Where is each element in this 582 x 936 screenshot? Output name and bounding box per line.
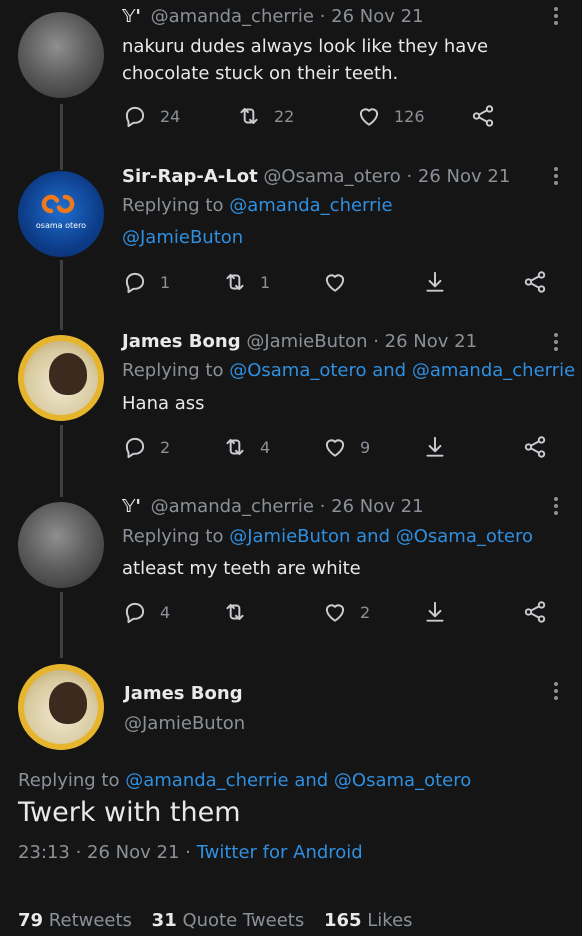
like-button[interactable]: 9 [322,432,370,462]
heart-icon [322,599,348,625]
retweet-button[interactable]: 1 [222,267,270,297]
download-button[interactable] [422,267,448,297]
reply-icon [122,269,148,295]
tweet-header: 𝕐' @amanda_cherrie · 26 Nov 21 [122,496,424,517]
avatar[interactable]: osama otero [18,171,104,257]
display-name[interactable]: James Bong [122,331,241,352]
mention-link[interactable]: @amanda_cherrie and @Osama_otero [125,770,471,791]
more-options-icon[interactable] [554,4,560,28]
handle[interactable]: @JamieButon [124,713,245,734]
timestamp: 23:13 · 26 Nov 21 · Twitter for Android [18,842,363,863]
heart-icon [322,269,348,295]
more-options-icon[interactable] [554,494,560,518]
date: · 26 Nov 21 [319,496,424,517]
reply-button[interactable]: 2 [122,432,170,462]
avatar[interactable] [18,502,104,588]
likes-stat[interactable]: 165 Likes [324,910,413,931]
handle[interactable]: @amanda_cherrie [151,6,314,27]
share-button[interactable] [522,597,548,627]
osama-otero-logo-icon [41,194,75,214]
download-icon [422,269,448,295]
retweet-icon [236,103,262,129]
retweet-icon [222,434,248,460]
share-button[interactable] [470,101,496,131]
share-button[interactable] [522,267,548,297]
mention-link[interactable]: @amanda_cherrie [229,195,392,216]
retweet-button[interactable] [222,597,248,627]
stats-row: 79 Retweets 31 Quote Tweets 165 Likes [18,910,413,931]
replying-to: Replying to @amanda_cherrie [122,195,393,216]
handle[interactable]: @JamieButon [246,331,367,352]
quote-tweets-stat[interactable]: 31 Quote Tweets [152,910,305,931]
like-button[interactable] [322,267,348,297]
download-icon [422,599,448,625]
avatar[interactable] [18,664,104,750]
more-options-icon[interactable] [554,679,560,703]
retweet-icon [222,269,248,295]
like-button[interactable]: 126 [356,101,425,131]
reply-icon [122,599,148,625]
thread-line [60,592,63,658]
tweet-text: atleast my teeth are white [122,558,361,579]
date: · 26 Nov 21 [406,166,511,187]
action-row: 24 22 126 [122,101,562,131]
share-icon [522,269,548,295]
reply-icon [122,103,148,129]
replying-to: Replying to @JamieButon and @Osama_otero [122,526,534,547]
handle[interactable]: @Osama_otero [263,166,400,187]
action-row: 1 1 [122,267,562,297]
display-name[interactable]: Sir-Rap-A-Lot [122,166,258,187]
retweet-button[interactable]: 4 [222,432,270,462]
mention-link[interactable]: @Osama_otero and @amanda_cherrie [229,360,575,381]
main-tweet-text: Twerk with them [18,797,241,828]
mention-link[interactable]: @JamieButon and @Osama_otero [229,526,533,547]
tweet-header: James Bong @JamieButon · 26 Nov 21 [122,331,477,352]
handle[interactable]: @amanda_cherrie [151,496,314,517]
more-options-icon[interactable] [554,164,560,188]
date: · 26 Nov 21 [373,331,478,352]
action-row: 4 2 [122,597,562,627]
avatar[interactable] [18,12,104,98]
download-button[interactable] [422,432,448,462]
reply-button[interactable]: 24 [122,101,180,131]
download-button[interactable] [422,597,448,627]
mention-link[interactable]: @JamieButon [122,227,243,248]
like-button[interactable]: 2 [322,597,370,627]
date: · 26 Nov 21 [319,6,424,27]
reply-button[interactable]: 1 [122,267,170,297]
heart-icon [356,103,382,129]
share-button[interactable] [522,432,548,462]
replying-to: Replying to @amanda_cherrie and @Osama_o… [18,770,472,791]
action-row: 2 4 9 [122,432,562,462]
tweet-header: Sir-Rap-A-Lot @Osama_otero · 26 Nov 21 [122,166,510,187]
source-link[interactable]: Twitter for Android [197,842,363,863]
download-icon [422,434,448,460]
tweet-header: 𝕐' @amanda_cherrie · 26 Nov 21 [122,6,424,27]
twitter-logo-icon: 𝕐' [122,6,141,27]
tweet-text: nakuru dudes always look like they have … [122,36,489,84]
avatar[interactable] [18,335,104,421]
share-icon [522,599,548,625]
display-name[interactable]: James Bong [124,683,243,704]
thread-line [60,104,63,170]
tweet-text: Hana ass [122,393,205,414]
reply-button[interactable]: 4 [122,597,170,627]
more-options-icon[interactable] [554,330,560,354]
share-icon [522,434,548,460]
thread-line [60,260,63,330]
heart-icon [322,434,348,460]
retweet-icon [222,599,248,625]
reply-icon [122,434,148,460]
replying-to: Replying to @Osama_otero and @amanda_che… [122,360,576,381]
thread-line [60,425,63,497]
twitter-logo-icon: 𝕐' [122,496,141,517]
retweets-stat[interactable]: 79 Retweets [18,910,132,931]
replying-to-continued: @JamieButon [122,227,243,248]
share-icon [470,103,496,129]
retweet-button[interactable]: 22 [236,101,294,131]
avatar-text: osama otero [35,221,87,230]
